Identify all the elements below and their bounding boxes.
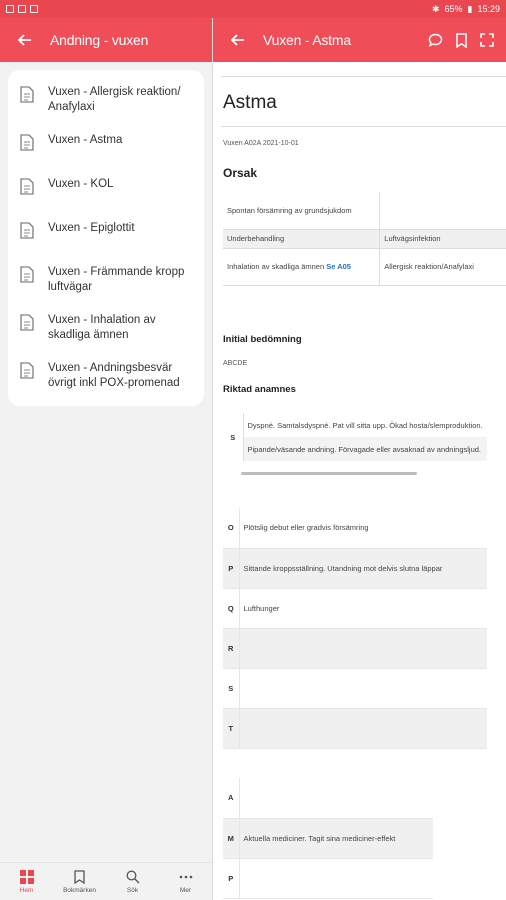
menu-item-allergisk-reaktion[interactable]: Vuxen - Allergisk reaktion/ Anafylaxi <box>8 76 204 124</box>
table-cell: Pipande/väsande andning. Förvagade eller… <box>243 437 487 461</box>
section-heading-anamnes: Riktad anamnes <box>223 384 296 395</box>
menu-item-label: Vuxen - Främmande kropp luftvägar <box>48 266 185 293</box>
menu-item-label: Vuxen - Andningsbesvär övrigt inkl POX-p… <box>48 362 180 389</box>
page-title: Astma <box>223 92 277 113</box>
nav-more[interactable]: Mer <box>161 869 211 894</box>
table-key: Q <box>223 588 240 629</box>
bottom-navigation: Hem Bokmärken Sök Mer <box>0 862 212 900</box>
table-cell: Spontan försämring av grundsjukdom <box>223 192 381 230</box>
table-cell: Dyspné. Samtalsdyspné. Pat vill sitta up… <box>247 420 483 430</box>
fullscreen-icon[interactable] <box>478 31 496 49</box>
table-cell: Sittande kroppsställning. Utandning mot … <box>239 548 487 589</box>
status-bar: ✱ 65% ▮ 15:29 <box>0 0 506 18</box>
menu-item-andningsbesvar[interactable]: Vuxen - Andningsbesvär övrigt inkl POX-p… <box>8 352 204 400</box>
table-key: P <box>223 858 240 899</box>
table-cell: Inhalation av skadliga ämnen Se A05 <box>223 248 381 286</box>
document-icon <box>20 222 34 239</box>
table-key: T <box>223 708 240 749</box>
menu-item-astma[interactable]: Vuxen - Astma <box>8 124 204 168</box>
abcde-text: ABCDE <box>223 360 248 367</box>
table-cell: Lufthunger <box>239 588 487 629</box>
table-key: M <box>223 818 240 859</box>
notification-icon <box>6 5 14 13</box>
nav-label: Bokmärken <box>63 887 96 894</box>
table-key: A <box>223 778 240 819</box>
menu-item-epiglottit[interactable]: Vuxen - Epiglottit <box>8 212 204 256</box>
clock: 15:29 <box>477 4 500 14</box>
table-key: P <box>223 548 240 589</box>
section-heading-initial: Initial bedömning <box>223 334 302 345</box>
ampl-table: A M Aktuella mediciner. Tagit sina medici… <box>223 778 433 899</box>
more-dots-icon <box>179 869 193 885</box>
section-heading-orsak: Orsak <box>223 166 258 180</box>
document-icon <box>20 314 34 331</box>
table-cell <box>239 858 433 899</box>
bookmark-icon <box>74 869 85 885</box>
right-app-bar: Vuxen - Astma <box>213 18 506 62</box>
table-cell: Allergisk reaktion/Anafylaxi <box>379 248 506 286</box>
nav-label: Hem <box>19 887 34 894</box>
battery-level: 65% <box>444 4 463 14</box>
comment-icon[interactable] <box>426 31 444 49</box>
nav-bookmarks[interactable]: Bokmärken <box>55 869 105 894</box>
table-cell: Underbehandling <box>223 229 381 249</box>
table-key: R <box>223 628 240 669</box>
menu-item-label: Vuxen - Epiglottit <box>48 222 135 234</box>
back-arrow-icon[interactable] <box>227 29 249 51</box>
menu-item-label: Vuxen - Allergisk reaktion/ Anafylaxi <box>48 86 181 113</box>
search-icon <box>126 869 140 885</box>
menu-item-inhalation[interactable]: Vuxen - Inhalation av skadliga ämnen <box>8 304 204 352</box>
document-icon <box>20 362 34 379</box>
divider <box>221 126 506 127</box>
table-cell <box>239 628 487 669</box>
nav-label: Mer <box>179 887 192 894</box>
opqrst-table: O Plötslig debut eller gradvis försämring… <box>223 508 487 749</box>
document-title: Vuxen - Astma <box>263 32 351 48</box>
notification-icon <box>30 5 38 13</box>
table-key: S <box>223 413 244 461</box>
divider <box>221 76 506 77</box>
document-content[interactable]: Astma Vuxen A02A 2021-10-01 Orsak Sponta… <box>213 62 506 900</box>
notification-icon <box>18 5 26 13</box>
table-cell <box>239 708 487 749</box>
battery-icon: ▮ <box>467 3 473 14</box>
table-cell <box>239 778 433 819</box>
document-icon <box>20 86 34 103</box>
horizontal-scrollbar[interactable] <box>241 472 417 475</box>
menu-item-kol[interactable]: Vuxen - KOL <box>8 168 204 212</box>
table-cell: Luftvägsinfektion <box>379 229 506 249</box>
left-panel-title: Andning - vuxen <box>50 32 149 48</box>
menu-list: Vuxen - Allergisk reaktion/ Anafylaxi Vu… <box>8 70 204 406</box>
document-icon <box>20 134 34 151</box>
notification-icons <box>6 5 38 13</box>
nav-home[interactable]: Hem <box>2 869 52 894</box>
table-key: S <box>223 668 240 709</box>
navigation-panel: Vuxen - Allergisk reaktion/ Anafylaxi Vu… <box>0 62 212 862</box>
menu-item-frammande-kropp[interactable]: Vuxen - Främmande kropp luftvägar <box>8 256 204 304</box>
cell-text: Inhalation av skadliga ämnen <box>227 262 327 271</box>
document-icon <box>20 266 34 283</box>
table-cell: Plötslig debut eller gradvis försämring <box>239 508 487 549</box>
reference-link[interactable]: Se A05 <box>326 262 351 271</box>
nav-label: Sök <box>126 887 139 894</box>
menu-item-label: Vuxen - Astma <box>48 134 123 146</box>
bluetooth-icon: ✱ <box>431 3 440 14</box>
home-grid-icon <box>19 869 34 885</box>
nav-search[interactable]: Sök <box>108 869 158 894</box>
document-meta: Vuxen A02A 2021-10-01 <box>223 140 299 147</box>
document-icon <box>20 178 34 195</box>
table-key: O <box>223 508 240 549</box>
bookmark-icon[interactable] <box>452 31 470 49</box>
left-app-bar: Andning - vuxen <box>0 18 212 62</box>
menu-item-label: Vuxen - KOL <box>48 178 114 190</box>
orsak-table: Spontan försämring av grundsjukdom Under… <box>223 192 506 286</box>
s-table: S Dyspné. Samtalsdyspné. Pat vill sitta … <box>223 413 487 461</box>
menu-item-label: Vuxen - Inhalation av skadliga ämnen <box>48 314 156 341</box>
table-cell: Aktuella mediciner. Tagit sina mediciner… <box>239 818 433 859</box>
table-cell <box>379 192 506 230</box>
table-cell <box>239 668 487 709</box>
back-arrow-icon[interactable] <box>14 29 36 51</box>
